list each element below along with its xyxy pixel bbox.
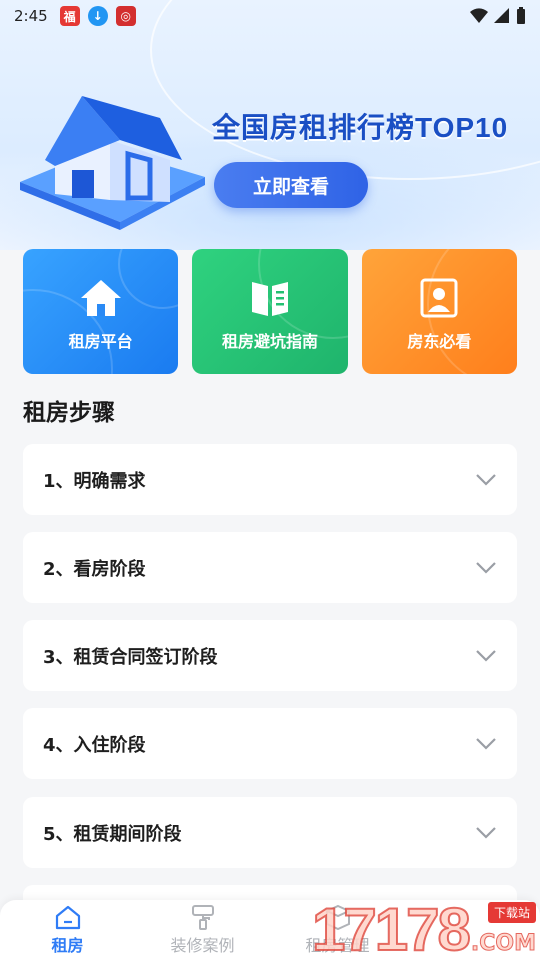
banner-title: 全国房租排行榜TOP10 [212, 112, 509, 143]
house-illustration-icon [20, 96, 205, 230]
nav-tab-decoration-cases[interactable]: 装修案例 [135, 900, 270, 960]
step-label: 1、明确需求 [43, 470, 146, 492]
step-label: 2、看房阶段 [43, 558, 146, 580]
feature-cards: 租房平台 租房避坑指南 房东必看 [23, 249, 517, 374]
step-item-4[interactable]: 4、入住阶段 [23, 708, 517, 779]
top-banner[interactable]: 全国房租排行榜TOP10 立即查看 [0, 0, 540, 250]
card-rental-platform[interactable]: 租房平台 [23, 249, 179, 374]
status-bar: 2:45 福 ↓ ◎ [0, 0, 540, 32]
card-decoration [118, 249, 179, 309]
status-indicators [470, 7, 526, 25]
chevron-down-icon [476, 561, 496, 574]
wifi-icon [470, 8, 488, 23]
section-title: 租房步骤 [23, 400, 115, 426]
card-pitfall-guide[interactable]: 租房避坑指南 [192, 249, 348, 374]
chevron-down-icon [476, 649, 496, 662]
status-time: 2:45 [14, 7, 48, 25]
step-item-2[interactable]: 2、看房阶段 [23, 532, 517, 603]
nav-label: 租房 [51, 936, 84, 955]
step-label: 5、租赁期间阶段 [43, 823, 182, 845]
paint-roller-icon [191, 905, 214, 930]
nav-tab-rent[interactable]: 租房 [0, 900, 135, 960]
chevron-down-icon [476, 473, 496, 486]
card-decoration [426, 249, 517, 374]
card-landlord-must-read[interactable]: 房东必看 [361, 249, 517, 374]
download-icon: ↓ [87, 6, 108, 26]
step-label: 4、入住阶段 [43, 734, 146, 756]
app-notification-icon: ◎ [115, 6, 136, 26]
step-item-5[interactable]: 5、租赁期间阶段 [23, 797, 517, 868]
chevron-down-icon [476, 737, 496, 750]
battery-icon [517, 7, 525, 24]
watermark-tag: 下载站 [487, 902, 536, 923]
home-icon [55, 905, 80, 930]
step-item-3[interactable]: 3、租赁合同签订阶段 [23, 620, 517, 691]
chevron-down-icon [476, 826, 496, 839]
signal-icon [494, 8, 509, 23]
step-label: 3、租赁合同签订阶段 [43, 646, 218, 668]
watermark-digits: 17178 [311, 896, 472, 960]
nav-label: 装修案例 [170, 936, 235, 955]
red-envelope-icon: 福 [59, 6, 80, 26]
step-item-1[interactable]: 1、明确需求 [23, 444, 517, 515]
watermark-suffix: .COM [470, 931, 536, 957]
view-now-button[interactable]: 立即查看 [214, 162, 368, 208]
site-watermark: 17178 下载站 .COM [311, 896, 540, 960]
card-decoration [257, 249, 348, 339]
